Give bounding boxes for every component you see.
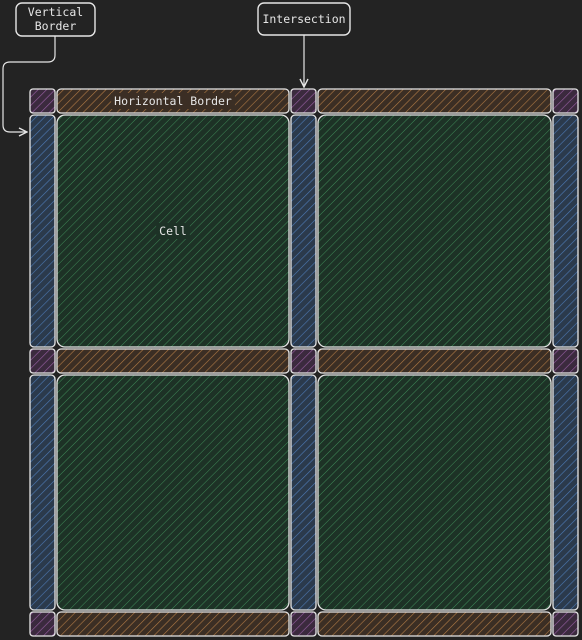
vertical-border-callout-line-2: Border xyxy=(35,19,77,33)
horizontal-border-label: Horizontal Border xyxy=(114,94,232,108)
vertical-border-callout: Vertical Border xyxy=(15,2,96,37)
vertical-border-callout-line-1: Vertical xyxy=(28,5,83,19)
grid-diagram: Vertical Border Intersection Horizontal … xyxy=(2,2,579,637)
intersection-callout: Intersection xyxy=(257,2,351,36)
cell-label: Cell xyxy=(159,224,187,238)
intersection-callout-label: Intersection xyxy=(262,12,345,26)
